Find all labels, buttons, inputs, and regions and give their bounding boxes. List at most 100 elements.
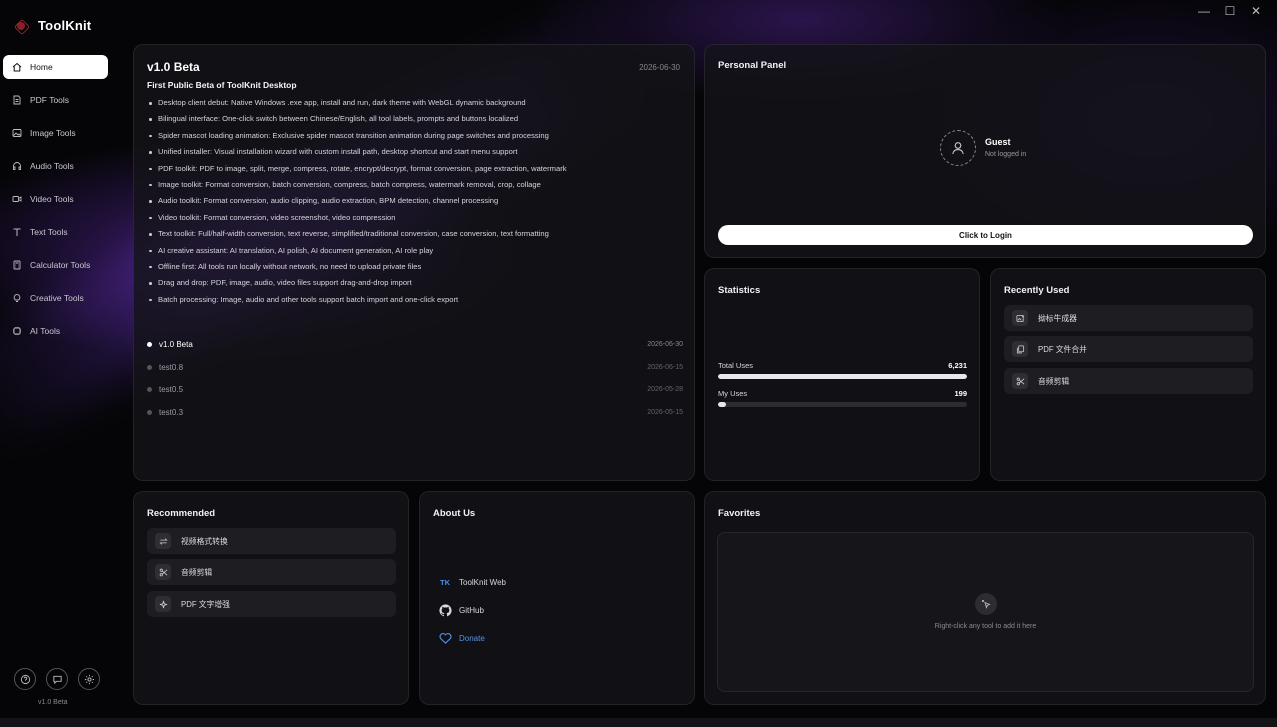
release-note: Bilingual interface: One-click switch be… xyxy=(149,111,689,127)
sidebar-item-calculator-tools[interactable]: Calculator Tools xyxy=(3,253,108,277)
scissors-icon xyxy=(155,564,171,580)
sidebar-item-creative-tools[interactable]: Creative Tools xyxy=(3,286,108,310)
video-icon xyxy=(12,194,22,204)
my-uses-bar-fill xyxy=(718,402,726,407)
scissors-icon xyxy=(1012,373,1028,389)
sidebar-item-home[interactable]: Home xyxy=(3,55,108,79)
close-button[interactable]: ✕ xyxy=(1247,4,1265,18)
app-logo: ToolKnit xyxy=(14,18,91,33)
document-icon xyxy=(12,95,22,105)
favorites-empty-hint: Right-click any tool to add it here xyxy=(934,623,1037,630)
sidebar: Home PDF Tools Image Tools Audio Tools V… xyxy=(0,44,118,727)
sidebar-item-video-tools[interactable]: Video Tools xyxy=(3,187,108,211)
recommended-item-video-convert[interactable]: 视频格式转换 xyxy=(147,528,396,554)
release-note: Text toolkit: Full/half-width conversion… xyxy=(149,226,689,242)
total-uses-value: 6,231 xyxy=(948,361,967,370)
help-button[interactable] xyxy=(14,668,36,690)
sidebar-item-pdf-tools[interactable]: PDF Tools xyxy=(3,88,108,112)
user-name: Guest xyxy=(985,137,1011,147)
sidebar-item-text-tools[interactable]: Text Tools xyxy=(3,220,108,244)
personal-panel-title: Personal Panel xyxy=(718,60,787,71)
settings-button[interactable] xyxy=(78,668,100,690)
release-note: Spider mascot loading animation: Exclusi… xyxy=(149,128,689,144)
sidebar-version: v1.0 Beta xyxy=(38,699,68,706)
statistics-card: Statistics Total Uses 6,231 My Uses 199 xyxy=(704,268,980,481)
login-button[interactable]: Click to Login xyxy=(718,225,1253,245)
total-uses-bar-fill xyxy=(718,374,967,379)
recent-item-icon-generator[interactable]: 拗标牛成器 xyxy=(1004,305,1253,331)
headphones-icon xyxy=(12,161,22,171)
version-title: v1.0 Beta xyxy=(147,60,200,74)
recommended-item-pdf-text-enhance[interactable]: PDF 文字增强 xyxy=(147,591,396,617)
about-us-title: About Us xyxy=(433,508,476,519)
release-note: Audio toolkit: Format conversion, audio … xyxy=(149,193,689,209)
about-us-card: About Us TK ToolKnit Web GitHub Donate xyxy=(419,491,695,705)
release-note: AI creative assistant: AI translation, A… xyxy=(149,243,689,259)
swap-icon xyxy=(155,533,171,549)
version-item-test0-5[interactable]: test0.5 2026-05-28 xyxy=(147,378,683,401)
maximize-button[interactable]: ☐ xyxy=(1221,4,1239,18)
donate-link[interactable]: Donate xyxy=(438,631,485,645)
my-uses-stat: My Uses 199 xyxy=(718,389,967,407)
personal-panel: Personal Panel Guest Not logged in Click… xyxy=(704,44,1266,258)
recommended-item-audio-clip[interactable]: 音频剪辑 xyxy=(147,559,396,585)
release-note: Offline first: All tools run locally wit… xyxy=(149,259,689,275)
feedback-button[interactable] xyxy=(46,668,68,690)
release-note: Desktop client debut: Native Windows .ex… xyxy=(149,95,689,111)
calculator-icon xyxy=(12,260,22,270)
image-icon xyxy=(12,128,22,138)
copy-icon xyxy=(1012,341,1028,357)
version-item-test0-8[interactable]: test0.8 2026-06-15 xyxy=(147,356,683,379)
sidebar-item-image-tools[interactable]: Image Tools xyxy=(3,121,108,145)
user-icon xyxy=(952,142,964,155)
text-icon xyxy=(12,227,22,237)
favorites-card: Favorites Right-click any tool to add it… xyxy=(704,491,1266,705)
recently-used-title: Recently Used xyxy=(1004,285,1070,296)
bullet-icon xyxy=(147,364,152,370)
recent-item-audio-clip[interactable]: 音频剪辑 xyxy=(1004,368,1253,394)
bullet-icon xyxy=(147,387,152,393)
statistics-title: Statistics xyxy=(718,285,761,296)
app-name: ToolKnit xyxy=(38,18,92,33)
sidebar-item-ai-tools[interactable]: AI Tools xyxy=(3,319,108,343)
toolknit-web-icon: TK xyxy=(440,577,450,587)
window-controls: — ☐ ✕ xyxy=(1195,4,1265,18)
release-note: PDF toolkit: PDF to image, split, merge,… xyxy=(149,161,689,177)
sidebar-bottom-actions xyxy=(14,668,100,690)
version-item-test0-3[interactable]: test0.3 2026-05-15 xyxy=(147,401,683,424)
favorites-dropzone[interactable]: Right-click any tool to add it here xyxy=(717,532,1254,692)
bullet-icon xyxy=(147,409,152,415)
window-bottom-edge xyxy=(0,718,1277,727)
settings-icon xyxy=(84,674,94,684)
minimize-button[interactable]: — xyxy=(1195,4,1213,18)
recently-used-card: Recently Used 拗标牛成器 PDF 文件合并 音频剪辑 xyxy=(990,268,1266,481)
release-note: Drag and drop: PDF, image, audio, video … xyxy=(149,275,689,291)
version-subtitle: First Public Beta of ToolKnit Desktop xyxy=(147,80,297,90)
sidebar-item-audio-tools[interactable]: Audio Tools xyxy=(3,154,108,178)
lightbulb-icon xyxy=(12,293,22,303)
changelog-card: v1.0 Beta 2026-06-30 First Public Beta o… xyxy=(133,44,695,481)
github-icon xyxy=(438,603,452,617)
spider-logo-icon xyxy=(14,19,28,33)
toolknit-web-link[interactable]: TK ToolKnit Web xyxy=(438,575,506,589)
release-note: Unified installer: Visual installation w… xyxy=(149,144,689,160)
recent-item-pdf-merge[interactable]: PDF 文件合并 xyxy=(1004,336,1253,362)
help-icon xyxy=(20,674,30,684)
avatar[interactable] xyxy=(940,130,976,166)
version-list: v1.0 Beta 2026-06-30 test0.8 2026-06-15 … xyxy=(147,333,683,424)
feedback-icon xyxy=(52,675,62,684)
pointer-click-icon xyxy=(975,593,997,615)
recommended-title: Recommended xyxy=(147,508,216,519)
image-add-icon xyxy=(1012,310,1028,326)
version-item-v1-0-beta[interactable]: v1.0 Beta 2026-06-30 xyxy=(147,333,683,356)
ai-icon xyxy=(12,326,22,336)
release-note: Image toolkit: Format conversion, batch … xyxy=(149,177,689,193)
total-uses-stat: Total Uses 6,231 xyxy=(718,361,967,379)
home-icon xyxy=(12,62,22,72)
my-uses-bar xyxy=(718,402,967,407)
total-uses-label: Total Uses xyxy=(718,361,754,370)
favorites-title: Favorites xyxy=(718,508,761,519)
title-bar: ToolKnit — ☐ ✕ xyxy=(0,0,1277,44)
github-link[interactable]: GitHub xyxy=(438,603,484,617)
my-uses-label: My Uses xyxy=(718,389,748,398)
